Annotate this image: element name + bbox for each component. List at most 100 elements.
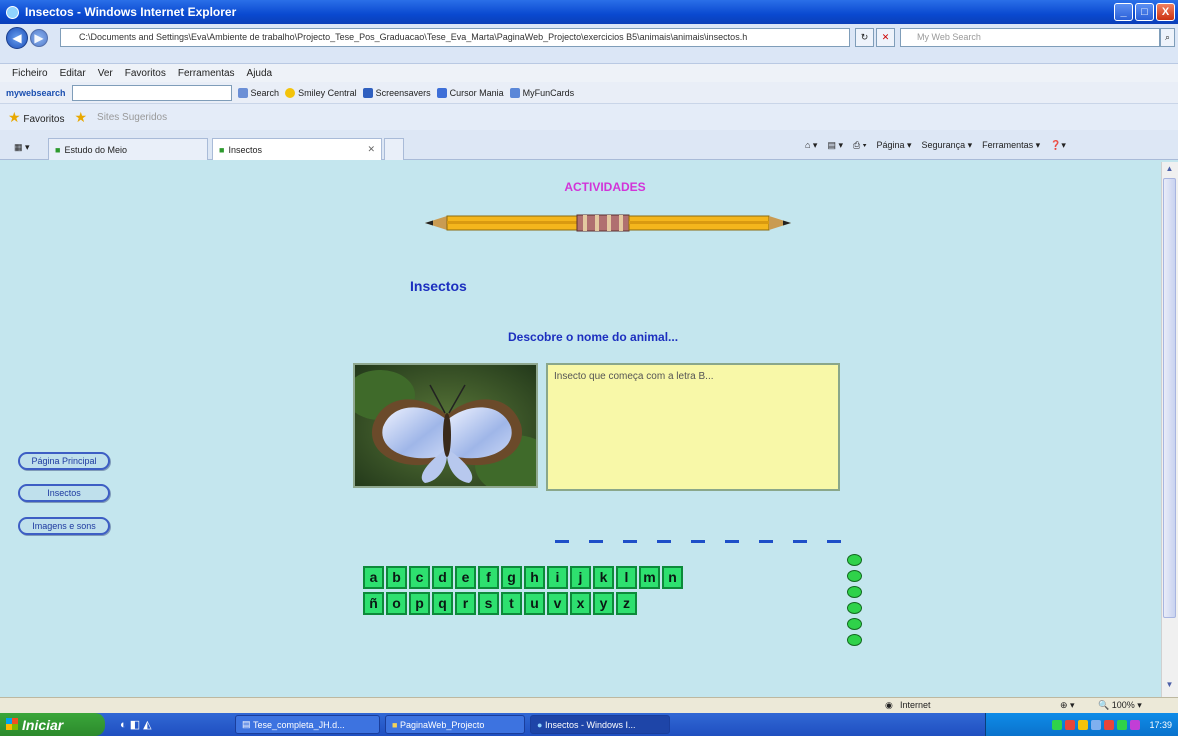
letter-key-v[interactable]: v [547,592,568,615]
tray-icon[interactable] [1052,719,1063,730]
life-indicator [847,554,862,566]
search-icon[interactable]: ⌕ [1160,28,1175,47]
letter-key-m[interactable]: m [639,566,660,589]
life-indicator [847,618,862,630]
tools-menu[interactable]: Ferramentas ▾ [982,140,1040,151]
tray-icon[interactable] [1130,719,1141,730]
letter-key-k[interactable]: k [593,566,614,589]
minimize-button[interactable]: _ [1114,3,1133,21]
letter-key-h[interactable]: h [524,566,545,589]
favorites-bar: ★ Favoritos ★ Sites Sugeridos [0,104,1178,130]
tray-icon[interactable] [1078,719,1089,730]
letter-key-e[interactable]: e [455,566,476,589]
smiley-central-button[interactable]: Smiley Central [285,87,357,98]
mywebsearch-toolbar: mywebsearch Search Smiley Central Screen… [0,82,1178,104]
letter-key-r[interactable]: r [455,592,476,615]
start-button[interactable]: Iniciar [0,713,105,736]
letter-key-s[interactable]: s [478,592,499,615]
letter-key-l[interactable]: l [616,566,637,589]
insectos-button[interactable]: Insectos [18,484,110,502]
help-icon[interactable]: ❓▾ [1050,140,1066,151]
suggested-sites-link[interactable]: Sites Sugeridos [97,112,167,123]
tab-insectos[interactable]: ■ Insectos ✕ [212,138,382,160]
add-favorite-icon[interactable]: ★ [74,109,87,126]
letter-key-x[interactable]: x [570,592,591,615]
screensavers-button[interactable]: Screensavers [362,87,431,98]
letter-key-n[interactable]: n [662,566,683,589]
mywebsearch-input[interactable] [71,84,232,101]
ws-search-button[interactable]: Search [237,87,279,98]
answer-slot [589,540,603,543]
status-bar: ◉ Internet ⊕ ▾ 🔍 100% ▾ [0,697,1178,713]
maximize-button[interactable]: □ [1135,3,1154,21]
letter-key-c[interactable]: c [409,566,430,589]
letter-key-t[interactable]: t [501,592,522,615]
pencil-divider [425,214,791,232]
favorites-button[interactable]: ★ Favoritos [8,109,64,126]
menu-view[interactable]: Ver [98,68,113,79]
tray-icon[interactable] [1065,719,1076,730]
answer-slot [657,540,671,543]
myfuncards-button[interactable]: MyFunCards [509,87,574,98]
star-icon: ★ [8,108,21,125]
letter-key-p[interactable]: p [409,592,430,615]
scroll-thumb[interactable] [1163,178,1176,618]
letter-key-f[interactable]: f [478,566,499,589]
page-icon: ■ [55,144,61,155]
letter-key-d[interactable]: d [432,566,453,589]
butterfly-image [355,365,536,486]
close-button[interactable]: X [1156,3,1175,21]
safety-menu[interactable]: Segurança ▾ [922,140,973,151]
home-page-button[interactable]: Página Principal [18,452,110,470]
letter-keyboard: abcdefghijklmn ñopqrstuvxyz [363,566,683,615]
stop-button[interactable]: ✕ [876,28,895,47]
quick-launch-icons[interactable]: ◐ ◧ ◭ [120,718,152,731]
letter-key-y[interactable]: y [593,592,614,615]
page-icon: ■ [219,144,225,155]
letter-key-b[interactable]: b [386,566,407,589]
scroll-down-arrow[interactable]: ▼ [1163,680,1176,694]
scroll-up-arrow[interactable]: ▲ [1163,164,1176,178]
close-tab-icon[interactable]: ✕ [367,144,375,155]
new-tab-button[interactable] [384,138,404,160]
tab-estudo-do-meio[interactable]: ■ Estudo do Meio [48,138,208,160]
letter-key-g[interactable]: g [501,566,522,589]
forward-button[interactable]: ▶ [30,29,48,47]
menu-bar: Ficheiro Editar Ver Favoritos Ferramenta… [0,64,1178,82]
letter-key-ñ[interactable]: ñ [363,592,384,615]
tray-icon[interactable] [1104,719,1115,730]
refresh-button[interactable]: ↻ [855,28,874,47]
taskbar: Iniciar ◐ ◧ ◭ ▤ Tese_completa_JH.d... ■ … [0,713,1178,736]
menu-file[interactable]: Ficheiro [12,68,48,79]
letter-key-i[interactable]: i [547,566,568,589]
window-title: Insectos - Windows Internet Explorer [25,5,237,19]
menu-favorites[interactable]: Favoritos [125,68,166,79]
web-search-input[interactable]: My Web Search [900,28,1160,47]
letter-key-q[interactable]: q [432,592,453,615]
feeds-icon[interactable]: ▤ ▾ [827,140,843,151]
address-bar[interactable]: C:\Documents and Settings\Eva\Ambiente d… [60,28,850,47]
menu-edit[interactable]: Editar [60,68,86,79]
images-sounds-button[interactable]: Imagens e sons [18,517,110,535]
letter-key-u[interactable]: u [524,592,545,615]
letter-key-a[interactable]: a [363,566,384,589]
print-icon[interactable]: ⎙ ▾ [853,140,866,151]
task-word-document[interactable]: ▤ Tese_completa_JH.d... [235,715,380,734]
menu-help[interactable]: Ajuda [247,68,273,79]
page-menu[interactable]: Página ▾ [876,140,911,151]
letter-key-j[interactable]: j [570,566,591,589]
zoom-level[interactable]: 🔍 100% ▾ [1098,700,1142,711]
home-icon[interactable]: ⌂ ▾ [805,140,817,151]
task-folder[interactable]: ■ PaginaWeb_Projecto [385,715,525,734]
cursor-mania-button[interactable]: Cursor Mania [436,87,504,98]
protected-mode-icon[interactable]: ⊕ ▾ [1060,700,1075,711]
letter-key-z[interactable]: z [616,592,637,615]
back-button[interactable]: ◀ [6,27,28,49]
tray-icon[interactable] [1091,719,1102,730]
task-internet-explorer[interactable]: ● Insectos - Windows I... [530,715,670,734]
ie-icon: ● [537,719,543,730]
menu-tools[interactable]: Ferramentas [178,68,235,79]
letter-key-o[interactable]: o [386,592,407,615]
tab-list-icon[interactable]: ▦ ▾ [14,142,30,153]
tray-icon[interactable] [1117,719,1128,730]
